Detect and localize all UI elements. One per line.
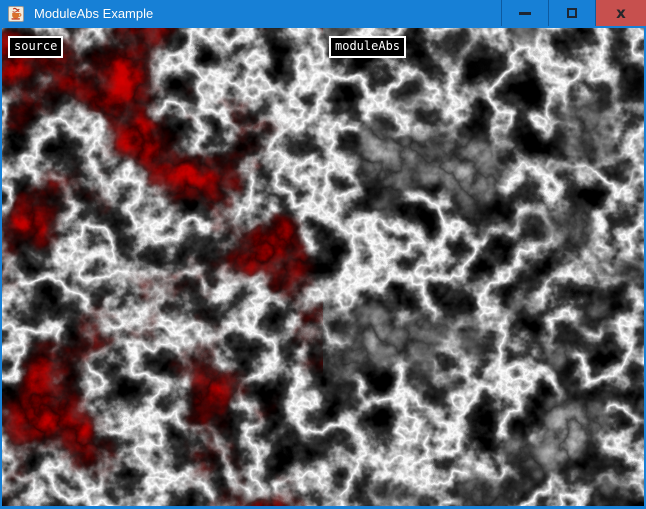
moduleabs-image-label: moduleAbs xyxy=(329,36,406,58)
source-image-label: source xyxy=(8,36,63,58)
maximize-button[interactable] xyxy=(548,0,595,26)
close-button[interactable]: x xyxy=(595,0,646,26)
minimize-button[interactable] xyxy=(501,0,548,26)
minimize-icon xyxy=(519,12,531,15)
window-title: ModuleAbs Example xyxy=(34,0,153,28)
titlebar[interactable]: ModuleAbs Example x xyxy=(0,0,646,28)
noise-texture-image xyxy=(2,28,644,506)
app-window: ModuleAbs Example x xyxy=(0,0,646,509)
close-icon: x xyxy=(616,1,626,25)
window-controls: x xyxy=(501,0,646,26)
java-coffee-cup-icon xyxy=(8,6,24,22)
maximize-icon xyxy=(567,8,577,18)
render-area: source moduleAbs xyxy=(2,28,644,506)
